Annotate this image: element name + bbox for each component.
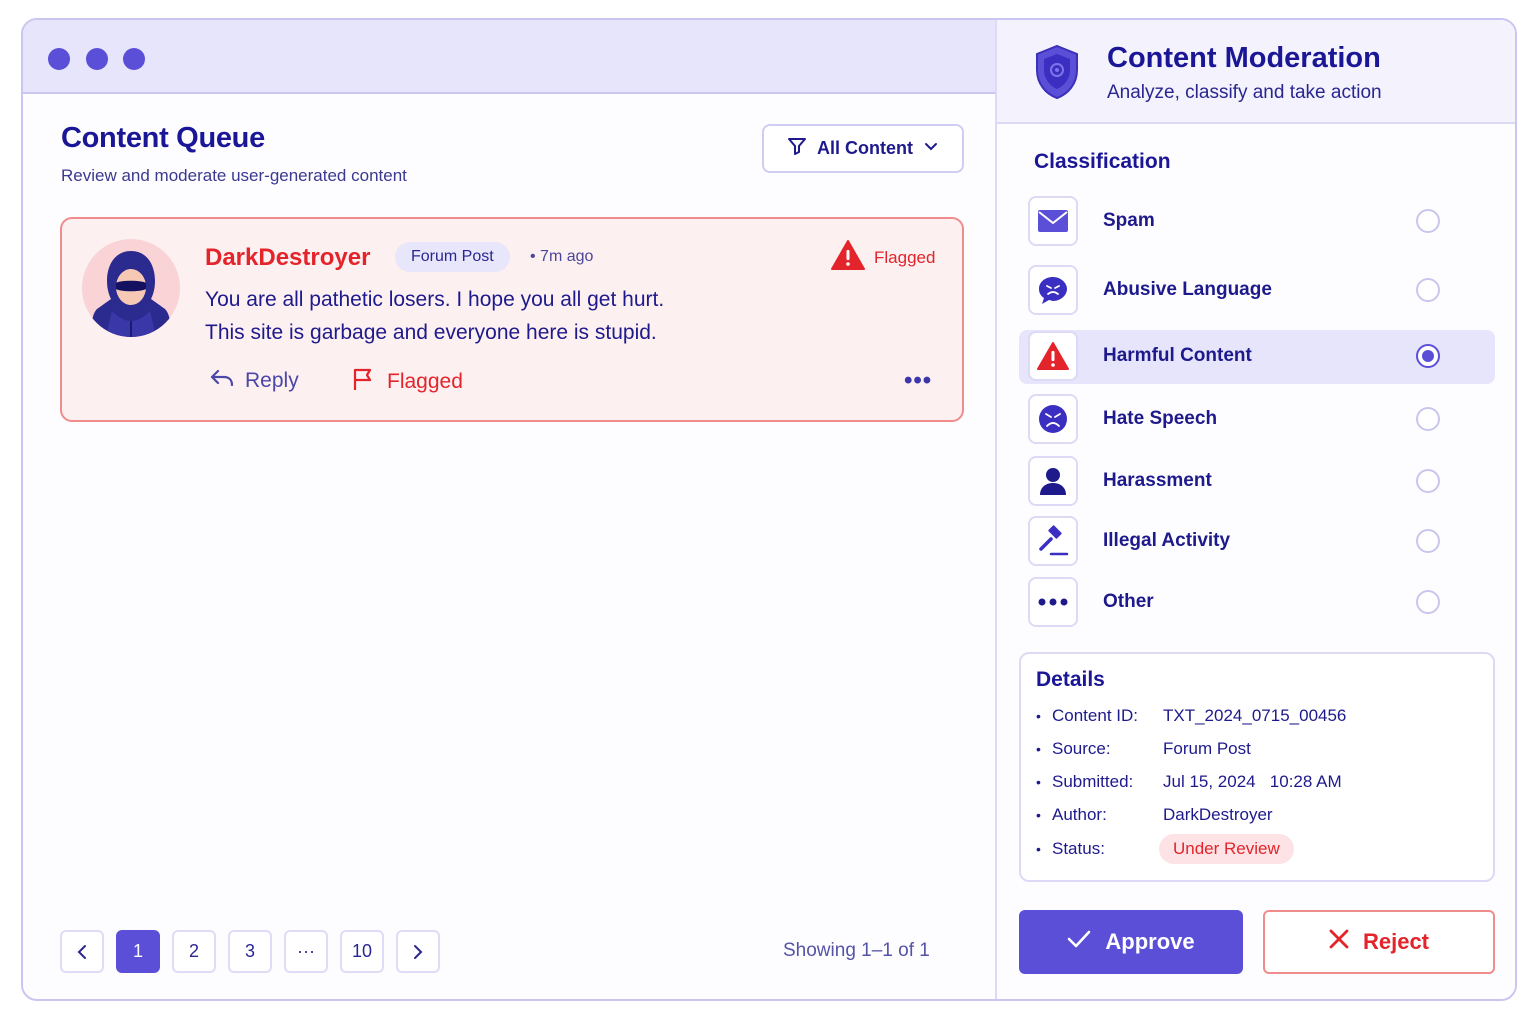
moderation-panel: Content Moderation Analyze, classify and…: [995, 20, 1515, 999]
post-message-line: You are all pathetic losers. I hope you …: [205, 288, 665, 311]
avatar: [82, 239, 180, 337]
person-icon: [1028, 456, 1078, 506]
classification-title: Classification: [1034, 150, 1171, 173]
angry-face-icon: [1028, 394, 1078, 444]
reply-icon: [209, 367, 235, 395]
radio-harmful-content[interactable]: [1416, 344, 1440, 368]
reply-label: Reply: [245, 369, 299, 392]
flagged-post-card[interactable]: DarkDestroyer Forum Post • 7m ago Flagge…: [60, 217, 964, 422]
classification-option-abusive-language[interactable]: Abusive Language: [1019, 264, 1495, 318]
details-card: Details • Content ID: TXT_2024_0715_00456 …: [1019, 652, 1495, 882]
flagged-button[interactable]: Flagged: [351, 367, 463, 397]
detail-key: Status:: [1052, 839, 1105, 858]
app-window: Content Queue Review and moderate user-g…: [21, 18, 1517, 1001]
post-username[interactable]: DarkDestroyer: [205, 244, 370, 272]
approve-button[interactable]: Approve: [1019, 910, 1243, 974]
classification-option-illegal-activity[interactable]: Illegal Activity: [1019, 515, 1495, 569]
radio-harassment[interactable]: [1416, 469, 1440, 493]
page-button-10[interactable]: 10: [340, 930, 384, 973]
warning-triangle-icon: [830, 239, 866, 276]
detail-row-submitted: • Submitted: Jul 15, 2024 10:28 AM: [1036, 772, 1342, 791]
pagination: 1 2 3 ··· 10: [60, 930, 440, 973]
detail-key: Content ID:: [1052, 706, 1138, 725]
window-maximize-dot[interactable]: [123, 48, 145, 70]
post-message: You are all pathetic losers. I hope you …: [205, 283, 664, 349]
flagged-label: Flagged: [387, 370, 463, 393]
option-label: Illegal Activity: [1103, 530, 1231, 551]
detail-value: DarkDestroyer: [1163, 805, 1273, 824]
filter-dropdown[interactable]: All Content: [762, 124, 964, 173]
queue-title: Content Queue: [61, 122, 265, 154]
radio-other[interactable]: [1416, 590, 1440, 614]
classification-option-other[interactable]: Other: [1019, 576, 1495, 630]
moderation-header: Content Moderation Analyze, classify and…: [997, 20, 1515, 124]
approve-label: Approve: [1105, 929, 1195, 954]
chevron-down-icon: [923, 138, 939, 159]
classification-option-harassment[interactable]: Harassment: [1019, 455, 1495, 509]
post-message-line: This site is garbage and everyone here i…: [205, 321, 657, 344]
classification-option-spam[interactable]: Spam: [1019, 195, 1495, 249]
option-label: Harmful Content: [1103, 345, 1252, 366]
check-icon: [1067, 929, 1091, 955]
angry-chat-icon: [1028, 265, 1078, 315]
filter-label: All Content: [817, 138, 913, 158]
detail-row-status: • Status: Under Review: [1036, 834, 1294, 864]
radio-hate-speech[interactable]: [1416, 407, 1440, 431]
option-label: Harassment: [1103, 470, 1212, 491]
shield-icon: [1033, 44, 1081, 105]
warning-triangle-icon: [1028, 331, 1078, 381]
detail-value: Jul 15, 2024 10:28 AM: [1163, 772, 1342, 791]
page-button-1[interactable]: 1: [116, 930, 160, 973]
more-options-icon[interactable]: •••: [904, 367, 932, 395]
radio-abusive-language[interactable]: [1416, 278, 1440, 302]
flag-icon: [351, 367, 377, 397]
details-title: Details: [1036, 668, 1105, 691]
filter-icon: [787, 136, 807, 161]
detail-key: Author:: [1052, 805, 1107, 824]
next-page-button[interactable]: [396, 930, 440, 973]
reject-label: Reject: [1362, 929, 1430, 954]
detail-row-source: • Source: Forum Post: [1036, 739, 1251, 758]
prev-page-button[interactable]: [60, 930, 104, 973]
showing-count: Showing 1–1 of 1: [783, 940, 930, 961]
post-timestamp: • 7m ago: [530, 248, 594, 265]
title-bar: [23, 20, 995, 94]
moderation-subtitle: Analyze, classify and take action: [1107, 82, 1382, 103]
detail-value: TXT_2024_0715_00456: [1163, 706, 1347, 725]
envelope-icon: [1028, 196, 1078, 246]
radio-spam[interactable]: [1416, 209, 1440, 233]
radio-illegal-activity[interactable]: [1416, 529, 1440, 553]
post-type-badge: Forum Post: [395, 242, 510, 272]
window-close-dot[interactable]: [48, 48, 70, 70]
content-queue-panel: Content Queue Review and moderate user-g…: [23, 20, 995, 999]
page-button-2[interactable]: 2: [172, 930, 216, 973]
status-badge: Under Review: [1159, 834, 1294, 864]
queue-subtitle: Review and moderate user-generated conte…: [61, 166, 407, 185]
detail-row-author: • Author: DarkDestroyer: [1036, 805, 1273, 824]
option-label: Other: [1103, 591, 1154, 612]
detail-key: Submitted:: [1052, 772, 1134, 791]
reply-button[interactable]: Reply: [209, 367, 299, 395]
moderation-title: Content Moderation: [1107, 42, 1381, 74]
close-icon: [1329, 929, 1349, 955]
option-label: Hate Speech: [1103, 408, 1218, 429]
detail-key: Source:: [1052, 739, 1111, 758]
window-minimize-dot[interactable]: [86, 48, 108, 70]
flag-status-badge: Flagged: [830, 239, 935, 276]
page-ellipsis: ···: [284, 930, 328, 973]
more-dots-icon: [1028, 577, 1078, 627]
detail-value: Forum Post: [1163, 739, 1251, 758]
page-button-3[interactable]: 3: [228, 930, 272, 973]
reject-button[interactable]: Reject: [1263, 910, 1495, 974]
detail-row-content-id: • Content ID: TXT_2024_0715_00456: [1036, 706, 1347, 725]
gavel-icon: [1028, 516, 1078, 566]
flag-status-label: Flagged: [874, 247, 936, 267]
option-label: Abusive Language: [1103, 279, 1272, 300]
classification-option-hate-speech[interactable]: Hate Speech: [1019, 393, 1495, 447]
classification-option-harmful-content[interactable]: Harmful Content: [1019, 330, 1495, 384]
option-label: Spam: [1103, 210, 1155, 231]
